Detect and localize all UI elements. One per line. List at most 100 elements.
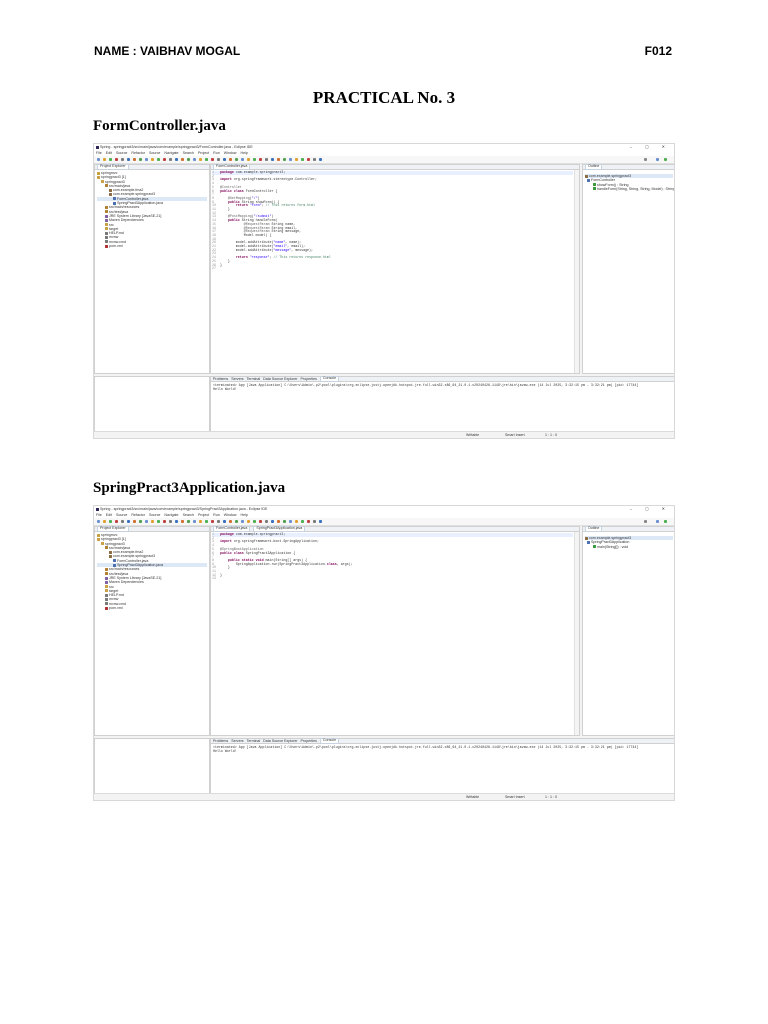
code-token: com.example.springpract3; <box>233 170 286 174</box>
code-token: FormController { <box>243 188 278 193</box>
toolbar-icon <box>223 520 226 523</box>
code-editor: 1 package com.example.springpract3; 2 3 impo… <box>212 532 573 581</box>
console-tab: Terminal <box>246 739 261 743</box>
outline-pane: Outline com.example.springpract3 SpringPra… <box>582 526 674 736</box>
code-token: return <box>235 203 248 208</box>
console-tab: Servers <box>231 739 244 743</box>
explorer-bottom-pane <box>94 376 210 432</box>
code-token: class <box>326 561 337 566</box>
code-token: } <box>220 565 230 570</box>
toolbar-icon <box>259 158 262 161</box>
tree-item-icon <box>113 197 116 201</box>
window-title: Spring - springpract3/src/main/java/com/… <box>100 145 253 149</box>
toolbar-icon <box>181 158 184 161</box>
practical-title: PRACTICAL No. 3 <box>312 88 456 107</box>
outline-item: handleForm(String, String, String, Model… <box>585 186 675 191</box>
status-cursor-position: 1 : 1 : 0 <box>545 795 557 799</box>
outline-item-icon <box>587 178 590 182</box>
console-tab: Properties <box>300 377 317 381</box>
outline-item-icon <box>593 183 596 187</box>
eclipse-screenshot-formcontroller: Spring - springpract3/src/main/java/com/… <box>93 143 675 439</box>
console-tab: Servers <box>231 377 244 381</box>
toolbar-icon <box>313 520 316 523</box>
tree-item-icon <box>105 210 108 214</box>
console-pane: Problems Servers Terminal Data Source Explo… <box>210 738 674 794</box>
toolbar-icon <box>205 520 208 523</box>
outline-pane: Outline com.example.springpract3 FormContr… <box>582 164 675 374</box>
outline-item-icon <box>593 187 596 191</box>
toolbar-icon <box>253 158 256 161</box>
toolbar-icon <box>175 520 178 523</box>
code-token: public <box>220 550 232 555</box>
menu-item: Refactor <box>131 151 145 155</box>
menu-item: Search <box>182 151 194 155</box>
toolbar-icon <box>289 158 292 161</box>
status-insert-mode: Smart Insert <box>505 433 525 437</box>
tree-item-label: pom.xml <box>109 606 123 611</box>
code-token: } <box>220 572 222 577</box>
menu-item: Project <box>197 151 210 155</box>
menu-item: Run <box>213 513 220 517</box>
toolbar-icon <box>97 158 100 161</box>
tab-outline: Outline <box>585 526 603 532</box>
menu-item: Edit <box>105 151 112 155</box>
console-output-line: Hello World! <box>213 749 237 753</box>
tree-item-icon <box>105 567 108 571</box>
code-token: , args); <box>336 561 353 566</box>
console-tab: Data Source Explorer <box>263 739 298 743</box>
toolbar-icon <box>169 520 172 523</box>
toolbar-icon <box>301 158 304 161</box>
toolbar-icon <box>223 158 226 161</box>
project-tree: springmvc springpract3 [1] springpract3 src… <box>97 533 207 610</box>
tree-item-icon <box>97 171 100 175</box>
tree-item-icon <box>101 180 104 184</box>
perspective-icon <box>664 158 667 161</box>
code-token: // This returns form.html <box>265 203 315 208</box>
tree-item-icon <box>97 175 100 179</box>
code-token: Model model) { <box>220 232 272 237</box>
toolbar-icon <box>301 520 304 523</box>
tree-item-icon <box>97 533 100 537</box>
toolbar-icon <box>151 520 154 523</box>
outline-item-label: handleForm(String, String, String, Model… <box>597 186 675 191</box>
toolbar-icon <box>157 520 160 523</box>
tree-item-icon <box>113 201 116 205</box>
toolbar-icon <box>127 158 130 161</box>
outline-item-icon <box>593 545 596 549</box>
toolbar-icon <box>235 158 238 161</box>
window-controls-icon: – ◻ ✕ <box>629 506 671 511</box>
toolbar-icon <box>295 158 298 161</box>
toolbar-icon <box>265 158 268 161</box>
toolbar-icon <box>193 158 196 161</box>
toolbar-icon <box>295 520 298 523</box>
code-line: 13 <box>212 577 573 581</box>
console-terminated-line: <terminated> App [Java Application] C:\U… <box>213 383 639 387</box>
tab-project-explorer: Project Explorer <box>97 164 129 170</box>
menu-item: Window <box>223 513 237 517</box>
toolbar-icon <box>277 158 280 161</box>
toolbar-icon <box>211 520 214 523</box>
menu-item: Edit <box>105 513 112 517</box>
tree-item: pom.xml <box>97 606 207 610</box>
toolbar-icon <box>109 158 112 161</box>
code-line: 27 <box>212 267 573 271</box>
code-token: "message" <box>273 247 292 252</box>
console-output: <terminated> App [Java Application] C:\U… <box>213 745 638 753</box>
search-icon <box>644 158 647 161</box>
toolbar-icon <box>145 520 148 523</box>
tree-item-icon <box>105 585 108 589</box>
status-bar: Writable Smart Insert 1 : 1 : 0 <box>94 793 674 800</box>
toolbar-icon <box>319 158 322 161</box>
outline-tabbar: Outline <box>583 164 674 170</box>
console-tab: Console <box>319 738 340 744</box>
code-editor: 1 package com.example.springpract3; 2 3 impo… <box>212 170 573 271</box>
code-token: SpringApplication.run(SpringPract3Applic… <box>220 561 327 566</box>
toolbar-icon <box>115 520 118 523</box>
toolbar-icon <box>187 520 190 523</box>
toolbar-icon <box>307 158 310 161</box>
outline-item-icon <box>585 536 588 540</box>
toolbar-icon <box>97 520 100 523</box>
menu-item: Project <box>197 513 210 517</box>
menu-item: Help <box>240 513 248 517</box>
console-tabbar: Problems Servers Terminal Data Source Explo… <box>211 738 674 744</box>
